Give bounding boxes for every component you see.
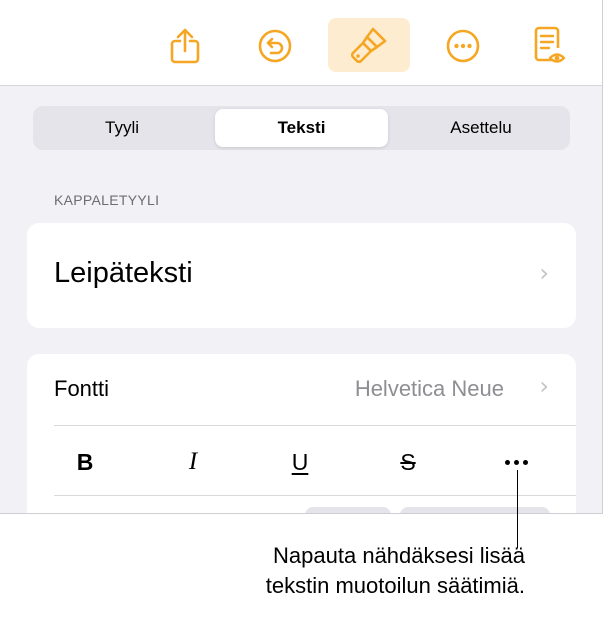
reading-view-icon <box>533 26 567 66</box>
tab-text[interactable]: Teksti <box>215 109 388 147</box>
callout-line-1: Napauta nähdäksesi lisää <box>273 543 525 568</box>
undo-button[interactable] <box>247 18 303 74</box>
callout-text: Napauta nähdäksesi lisää tekstin muotoil… <box>155 541 525 601</box>
format-brush-icon <box>349 25 389 65</box>
undo-icon <box>257 28 293 64</box>
share-icon <box>168 27 202 65</box>
more-icon <box>445 28 481 64</box>
more-text-options-button[interactable] <box>496 446 536 478</box>
chevron-right-icon: › <box>539 372 549 400</box>
chevron-right-icon: › <box>539 259 549 287</box>
control-button[interactable] <box>400 507 550 513</box>
format-button[interactable] <box>328 18 410 72</box>
ellipsis-icon <box>504 459 528 465</box>
font-value: Helvetica Neue <box>354 376 504 401</box>
tab-style[interactable]: Tyyli <box>33 106 211 150</box>
font-card: Fontti Helvetica Neue › B I U S <box>27 354 576 513</box>
paragraph-style-header: KAPPALETYYLI <box>54 192 160 208</box>
format-tabs: Tyyli Teksti Asettelu <box>33 106 570 150</box>
format-popover: Tyyli Teksti Asettelu KAPPALETYYLI Leipä… <box>0 0 603 514</box>
callout-line-2: tekstin muotoilun säätimiä. <box>265 573 525 598</box>
paragraph-style-row[interactable]: Leipäteksti › <box>27 223 576 328</box>
bold-button[interactable]: B <box>65 446 105 478</box>
font-label: Fontti <box>54 376 110 401</box>
callout-line <box>517 470 518 548</box>
underline-button[interactable]: U <box>280 446 320 478</box>
divider <box>54 495 576 496</box>
reading-view-button[interactable] <box>522 18 578 74</box>
more-button[interactable] <box>435 18 491 74</box>
italic-button[interactable]: I <box>173 446 213 478</box>
font-row[interactable]: Fontti Helvetica Neue › <box>27 354 576 424</box>
format-panel: Tyyli Teksti Asettelu KAPPALETYYLI Leipä… <box>0 86 602 513</box>
tab-layout[interactable]: Asettelu <box>392 106 570 150</box>
strikethrough-button[interactable]: S <box>388 446 428 478</box>
divider <box>54 425 576 426</box>
toolbar <box>0 0 602 86</box>
paragraph-style-value: Leipäteksti <box>54 257 193 289</box>
share-button[interactable] <box>157 18 213 74</box>
control-button[interactable] <box>305 507 391 513</box>
